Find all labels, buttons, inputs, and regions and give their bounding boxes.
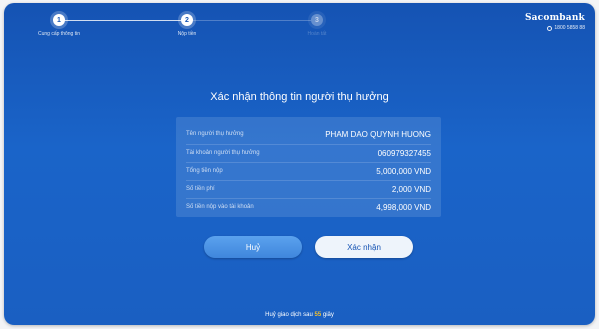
- detail-label: Số tiền phí: [186, 186, 215, 192]
- progress-stepper: 1 Cung cấp thông tin 2 Nộp tiền 3 Hoàn t…: [4, 3, 424, 43]
- stepper-line-2: [187, 20, 311, 21]
- phone-icon: [547, 25, 553, 31]
- countdown-seconds: 55: [314, 312, 322, 318]
- countdown-suffix: giây: [322, 312, 334, 318]
- hotline: 1800 5858 88: [525, 25, 585, 31]
- stepper-line-1: [59, 20, 181, 21]
- step-2-label: Nộp tiền: [177, 31, 197, 37]
- beneficiary-details-card: Tên người thụ hưởng PHAM DAO QUYNH HUONG…: [176, 117, 441, 217]
- page-title: Xác nhận thông tin người thụ hưởng: [210, 91, 389, 103]
- detail-value: 5,000,000 VND: [376, 166, 431, 176]
- detail-label: Số tiền nộp vào tài khoản: [186, 204, 254, 210]
- kiosk-screen: 1 Cung cấp thông tin 2 Nộp tiền 3 Hoàn t…: [4, 3, 595, 325]
- step-1-label: Cung cấp thông tin: [38, 31, 80, 37]
- step-3-label: Hoàn tất: [307, 31, 327, 37]
- detail-value: 4,998,000 VND: [376, 202, 431, 212]
- detail-value: 060979327455: [377, 148, 431, 158]
- detail-row-account: Tài khoản người thụ hưởng 060979327455: [186, 145, 431, 161]
- brand-block: Sacombank 1800 5858 88: [525, 13, 585, 31]
- step-3-dot: 3: [311, 14, 323, 26]
- brand-logo: Sacombank: [524, 13, 585, 23]
- step-2-dot: 2: [181, 14, 193, 26]
- detail-row-name: Tên người thụ hưởng PHAM DAO QUYNH HUONG: [186, 126, 431, 142]
- detail-value: PHAM DAO QUYNH HUONG: [325, 129, 431, 139]
- cancel-button[interactable]: Huỷ: [204, 236, 302, 258]
- countdown-notice: Huỷ giao dịch sau 55 giây: [4, 312, 595, 318]
- detail-row-net-amount: Số tiền nộp vào tài khoản 4,998,000 VND: [186, 199, 431, 215]
- detail-label: Tên người thụ hưởng: [186, 131, 244, 137]
- countdown-prefix: Huỷ giao dịch sau: [265, 312, 313, 318]
- detail-value: 2,000 VND: [391, 184, 431, 194]
- step-1-dot: 1: [53, 14, 65, 26]
- detail-row-total: Tổng tiền nộp 5,000,000 VND: [186, 163, 431, 179]
- hotline-number: 1800 5858 88: [554, 25, 585, 31]
- detail-row-fee: Số tiền phí 2,000 VND: [186, 181, 431, 197]
- detail-label: Tổng tiền nộp: [186, 168, 223, 174]
- detail-label: Tài khoản người thụ hưởng: [186, 150, 260, 156]
- confirm-button[interactable]: Xác nhận: [315, 236, 413, 258]
